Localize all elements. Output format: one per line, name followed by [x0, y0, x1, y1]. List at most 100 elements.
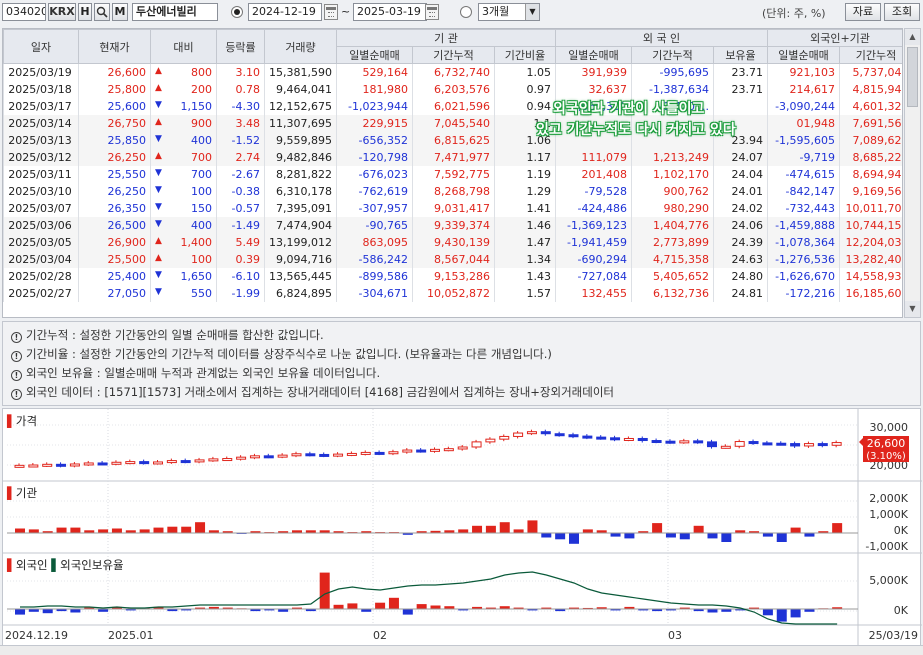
col-inst-day[interactable]: 일별순매매: [336, 46, 413, 64]
candle-down: [139, 461, 150, 465]
foreign-bar-sell: [776, 609, 787, 622]
period-select[interactable]: 3개월 ▼: [478, 3, 540, 21]
up-arrow-icon: ▲: [155, 235, 162, 246]
cell-date: 2025/03/12: [3, 148, 79, 166]
inst-bar-buy: [167, 526, 178, 533]
col-sum-cum[interactable]: 기간누적: [839, 46, 902, 64]
cell-sum-day: 921,103: [767, 63, 840, 81]
cell-price: 25,550: [78, 165, 151, 183]
h-button[interactable]: H: [78, 3, 92, 21]
cell-date: 2025/02/27: [3, 284, 79, 302]
data-button[interactable]: 자료: [845, 3, 881, 21]
cell-for-day: -424,486: [555, 199, 632, 217]
table-row[interactable]: 2025/03/05 26,900 ▲ 1,400 5.49 13,199,012 863,…: [3, 233, 902, 251]
table-row[interactable]: 2025/03/07 26,350 ▼ 150 -0.57 7,395,091 -307,9…: [3, 199, 902, 217]
cell-for-hold: 24.01: [712, 182, 768, 200]
calendar-icon[interactable]: [425, 4, 439, 20]
candle-up: [28, 464, 39, 468]
col-for-hold[interactable]: 보유율: [712, 46, 769, 64]
cell-date: 2025/03/05: [3, 233, 79, 251]
inst-bar-buy: [652, 523, 663, 533]
table-row[interactable]: 2025/03/19 26,600 ▲ 800 3.10 15,381,590 529,16…: [3, 63, 902, 81]
candle-up: [166, 460, 177, 464]
cell-for-day: -1,369,123: [555, 216, 632, 234]
candle-down: [651, 440, 662, 444]
col-rate[interactable]: 등락률: [216, 29, 265, 64]
cell-for-cum: 980,290: [631, 199, 714, 217]
stock-name-field[interactable]: 두산에너빌리: [132, 3, 218, 21]
cell-for-hold: 24.07: [712, 148, 768, 166]
market-button[interactable]: KRX: [48, 3, 76, 21]
cell-sum-day: -9,719: [767, 148, 840, 166]
candle-up: [360, 451, 371, 455]
cell-sum-day: -732,443: [767, 199, 840, 217]
table-row[interactable]: 2025/03/14 26,750 ▲ 900 3.48 11,307,695 229,91…: [3, 114, 902, 132]
candle-up: [236, 456, 247, 460]
col-date[interactable]: 일자: [3, 29, 79, 64]
chart-horizontal-scrollbar[interactable]: [0, 645, 923, 655]
candle-down: [263, 455, 274, 459]
cell-vol: 12,152,675: [264, 97, 337, 115]
col-diff[interactable]: 대비: [150, 29, 217, 64]
col-inst-ratio[interactable]: 기간비율: [494, 46, 556, 64]
scroll-up-icon[interactable]: ▲: [905, 29, 920, 45]
table-row[interactable]: 2025/03/17 25,600 ▼ 1,150 -4.30 12,152,675 -1,…: [3, 97, 902, 115]
table-row[interactable]: 2025/03/11 25,550 ▼ 700 -2.67 8,281,822 -676,0…: [3, 165, 902, 183]
table-row[interactable]: 2025/03/04 25,500 ▲ 100 0.39 9,094,716 -586,24…: [3, 250, 902, 268]
down-arrow-icon: ▼: [155, 201, 162, 212]
stock-code-input[interactable]: 034020: [2, 3, 46, 21]
cell-for-day: 32,637: [555, 80, 632, 98]
date-to-input[interactable]: 2025-03-19: [353, 3, 427, 21]
current-price: 26,600: [867, 437, 906, 450]
cell-inst-cum: 9,153,286: [412, 267, 495, 285]
cell-diff: ▼ 150: [150, 199, 217, 217]
col-price[interactable]: 현재가: [78, 29, 151, 64]
date-from-input[interactable]: 2024-12-19: [248, 3, 322, 21]
col-for-cum[interactable]: 기간누적: [631, 46, 714, 64]
candle-up: [125, 461, 136, 465]
candle-up: [457, 446, 468, 450]
search-button[interactable]: [94, 3, 110, 21]
col-inst-cum[interactable]: 기간누적: [412, 46, 495, 64]
calendar-icon[interactable]: [324, 4, 338, 20]
cell-date: 2025/03/07: [3, 199, 79, 217]
query-button[interactable]: 조회: [884, 3, 920, 21]
cell-inst-cum: 10,052,872: [412, 284, 495, 302]
table-row[interactable]: 2025/03/18 25,800 ▲ 200 0.78 9,464,041 181,980…: [3, 80, 902, 98]
cell-vol: 7,395,091: [264, 199, 337, 217]
cell-inst-ratio: 1.41: [494, 199, 556, 217]
foreign-bar-buy: [430, 605, 441, 609]
table-row[interactable]: 2025/03/12 26,250 ▲ 700 2.74 9,482,846 -120,79…: [3, 148, 902, 166]
inst-bar-sell: [707, 533, 718, 539]
candle-down: [374, 451, 385, 455]
cell-diff: ▼ 700: [150, 165, 217, 183]
cell-inst-day: -90,765: [336, 216, 413, 234]
table-row[interactable]: 2025/03/10 26,250 ▼ 100 -0.38 6,310,178 -762,6…: [3, 182, 902, 200]
col-volume[interactable]: 거래량: [264, 29, 337, 64]
period-radio[interactable]: [460, 6, 472, 18]
inst-bar-buy: [98, 529, 109, 533]
inst-bar-buy: [56, 527, 67, 533]
cell-vol: 13,199,012: [264, 233, 337, 251]
date-range-radio[interactable]: [231, 6, 243, 18]
inst-bar-buy: [582, 529, 593, 533]
table-row[interactable]: 2025/03/06 26,500 ▼ 400 -1.49 7,474,904 -90,76…: [3, 216, 902, 234]
m-button[interactable]: M: [112, 3, 128, 21]
table-row[interactable]: 2025/02/28 25,400 ▼ 1,650 -6.10 13,565,445 -89…: [3, 267, 902, 285]
table-row[interactable]: 2025/03/13 25,850 ▼ 400 -1.52 9,559,895 -656,3…: [3, 131, 902, 149]
candle-down: [665, 440, 676, 444]
scroll-down-icon[interactable]: ▼: [905, 301, 920, 317]
col-sum-day[interactable]: 일별순매매: [767, 46, 841, 64]
scroll-thumb[interactable]: [907, 47, 918, 107]
cell-rate: -2.67: [216, 165, 265, 183]
table-scrollbar[interactable]: ▲ ▼: [904, 28, 921, 318]
cell-inst-cum: 7,045,540: [412, 114, 495, 132]
col-for-day[interactable]: 일별순매매: [555, 46, 632, 64]
down-arrow-icon: ▼: [155, 286, 162, 297]
candle-down: [693, 440, 704, 444]
candle-up: [499, 435, 510, 440]
cell-inst-day: -899,586: [336, 267, 413, 285]
chart-area[interactable]: 30,00025,00020,00026,600(3.10%)2,000K1,0…: [2, 408, 922, 647]
table-row[interactable]: 2025/02/27 27,050 ▼ 550 -1.99 6,824,895 -304,6…: [3, 284, 902, 302]
cell-sum-cum: 4,601,325: [839, 97, 902, 115]
